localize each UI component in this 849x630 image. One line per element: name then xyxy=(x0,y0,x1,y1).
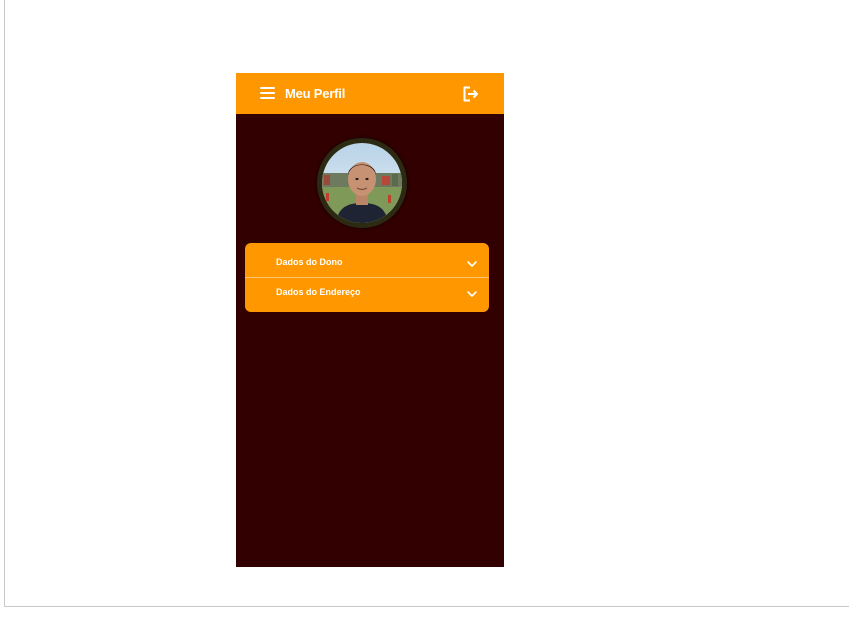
phone-screen: Meu Perfil Dados do Dono Dados do Endere… xyxy=(236,73,504,567)
profile-accordion: Dados do Dono Dados do Endereço xyxy=(245,243,489,312)
accordion-address-data[interactable]: Dados do Endereço xyxy=(245,277,489,312)
avatar-frame xyxy=(317,138,407,228)
accordion-owner-data[interactable]: Dados do Dono xyxy=(245,243,489,277)
chevron-down-icon[interactable] xyxy=(466,259,478,269)
chevron-down-icon[interactable] xyxy=(466,289,478,299)
accordion-label: Dados do Endereço xyxy=(276,287,361,297)
hamburger-menu-icon[interactable] xyxy=(260,85,276,101)
app-bar: Meu Perfil xyxy=(236,73,504,114)
page-title: Meu Perfil xyxy=(285,86,346,101)
logout-icon[interactable] xyxy=(462,86,480,102)
avatar[interactable] xyxy=(322,143,402,223)
accordion-label: Dados do Dono xyxy=(276,257,343,267)
